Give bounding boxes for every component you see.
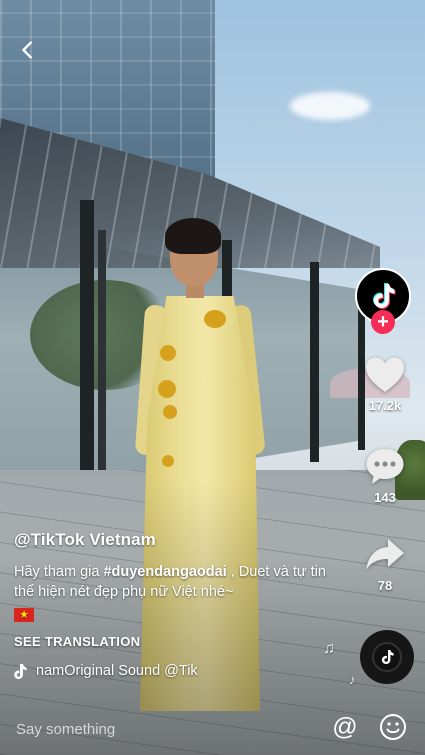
support-column [98,230,106,500]
music-disc[interactable] [360,630,414,684]
share-arrow-icon [366,539,404,570]
back-button[interactable] [14,36,42,64]
tiktok-logo-icon [381,650,394,664]
flower-embroidery [160,345,176,361]
heart-icon [366,357,404,392]
flower-embroidery [162,455,174,467]
share-button[interactable]: 78 [345,536,425,593]
vietnam-flag-icon: ★ [14,608,34,622]
smiley-icon [380,714,406,740]
music-note-icon: ♫ [323,640,335,657]
follow-button[interactable]: + [371,310,395,334]
comment-bar: @ [0,708,425,755]
creator-username[interactable]: @TikTok Vietnam [14,530,334,550]
like-count: 17.2k [368,398,402,413]
spinning-record-icon [372,642,402,672]
mention-button[interactable]: @ [330,712,360,742]
music-note-icon [14,664,27,679]
like-button[interactable]: 17.2k [345,356,425,413]
see-translation-link[interactable]: SEE TRANSLATION [14,634,334,649]
flower-embroidery [204,310,226,328]
comment-button[interactable]: 143 [345,446,425,505]
caption-text-start: Hãy tham gia [14,564,104,580]
creator-avatar-group: + [355,268,411,338]
share-count: 78 [377,578,393,593]
caption-text: Hãy tham gia #duyendangaodai , Duet và t… [14,562,334,602]
emoji-button[interactable] [378,712,408,742]
flower-embroidery [158,380,176,398]
tiktok-video-screen: + 17.2k 143 78 @TikTok Vietnam Hãy tham … [0,0,425,755]
flower-embroidery [163,405,177,419]
person-hair [165,218,221,254]
comment-input[interactable] [14,714,318,744]
comment-bubble-icon [366,449,404,484]
music-note-icon: ♪ [349,672,356,687]
comment-count: 143 [374,490,396,505]
video-caption: @TikTok Vietnam Hãy tham gia #duyendanga… [14,530,334,679]
cloud [290,92,370,120]
hashtag-link[interactable]: #duyendangaodai [103,564,226,580]
sound-info[interactable]: namOriginal Sound @Tik [14,663,334,679]
support-column [310,262,319,462]
tiktok-logo-icon [373,283,396,309]
sound-title: namOriginal Sound @Tik [36,663,198,679]
chevron-left-icon [22,41,32,59]
